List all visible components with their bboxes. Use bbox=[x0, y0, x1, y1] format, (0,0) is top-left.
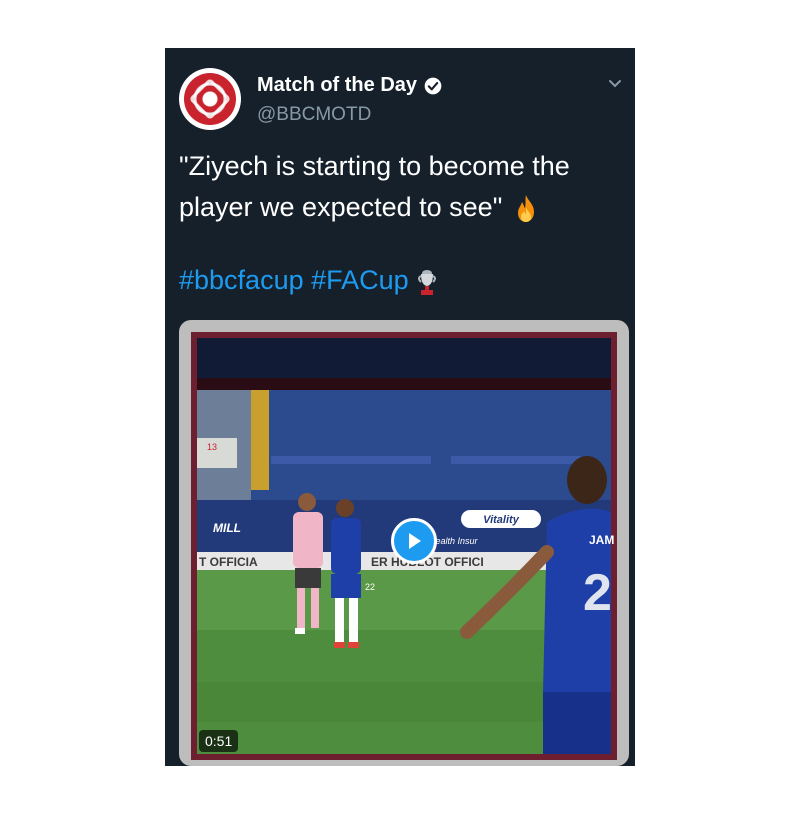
author-handle[interactable]: @BBCMOTD bbox=[257, 104, 371, 126]
video-duration: 0:51 bbox=[199, 730, 239, 752]
fire-emoji-icon bbox=[517, 194, 534, 222]
board-text-4: T OFFICIA bbox=[199, 555, 258, 569]
board-text-1: MILL bbox=[213, 521, 241, 535]
author-name-row: Match of the Day bbox=[257, 74, 443, 97]
board-text-2: Vitality bbox=[483, 514, 520, 526]
fa-cup-trophy-icon bbox=[418, 269, 437, 295]
avatar[interactable] bbox=[179, 68, 241, 130]
player-number: 2 bbox=[583, 564, 612, 622]
tweet-card[interactable]: Match of the Day @BBCMOTD "Ziyech is sta… bbox=[165, 48, 635, 766]
stand-number: 13 bbox=[207, 442, 217, 452]
play-icon bbox=[409, 533, 421, 549]
display-name[interactable]: Match of the Day bbox=[257, 74, 417, 97]
hashtag-facup[interactable]: #FACup bbox=[311, 265, 409, 295]
tweet-text-line-2: player we expected to see" bbox=[179, 192, 503, 222]
video-player[interactable]: 13 MILL Vitality Health Insur T OFFICIA … bbox=[191, 332, 617, 760]
tweet-text-line-1: "Ziyech is starting to become the bbox=[179, 151, 570, 181]
player-name: JAM bbox=[589, 533, 614, 547]
bbc-motd-logo-icon bbox=[184, 73, 236, 125]
player-small-number: 22 bbox=[365, 582, 375, 592]
hashtags: #bbcfacup #FACup bbox=[179, 262, 438, 298]
tweet-text: "Ziyech is starting to become the player… bbox=[179, 146, 619, 228]
hashtag-bbcfacup[interactable]: #bbcfacup bbox=[179, 265, 304, 295]
play-button[interactable] bbox=[391, 518, 437, 564]
verified-badge-icon bbox=[424, 77, 442, 94]
chevron-down-icon[interactable] bbox=[607, 78, 623, 90]
media-container[interactable]: 13 MILL Vitality Health Insur T OFFICIA … bbox=[179, 320, 629, 766]
